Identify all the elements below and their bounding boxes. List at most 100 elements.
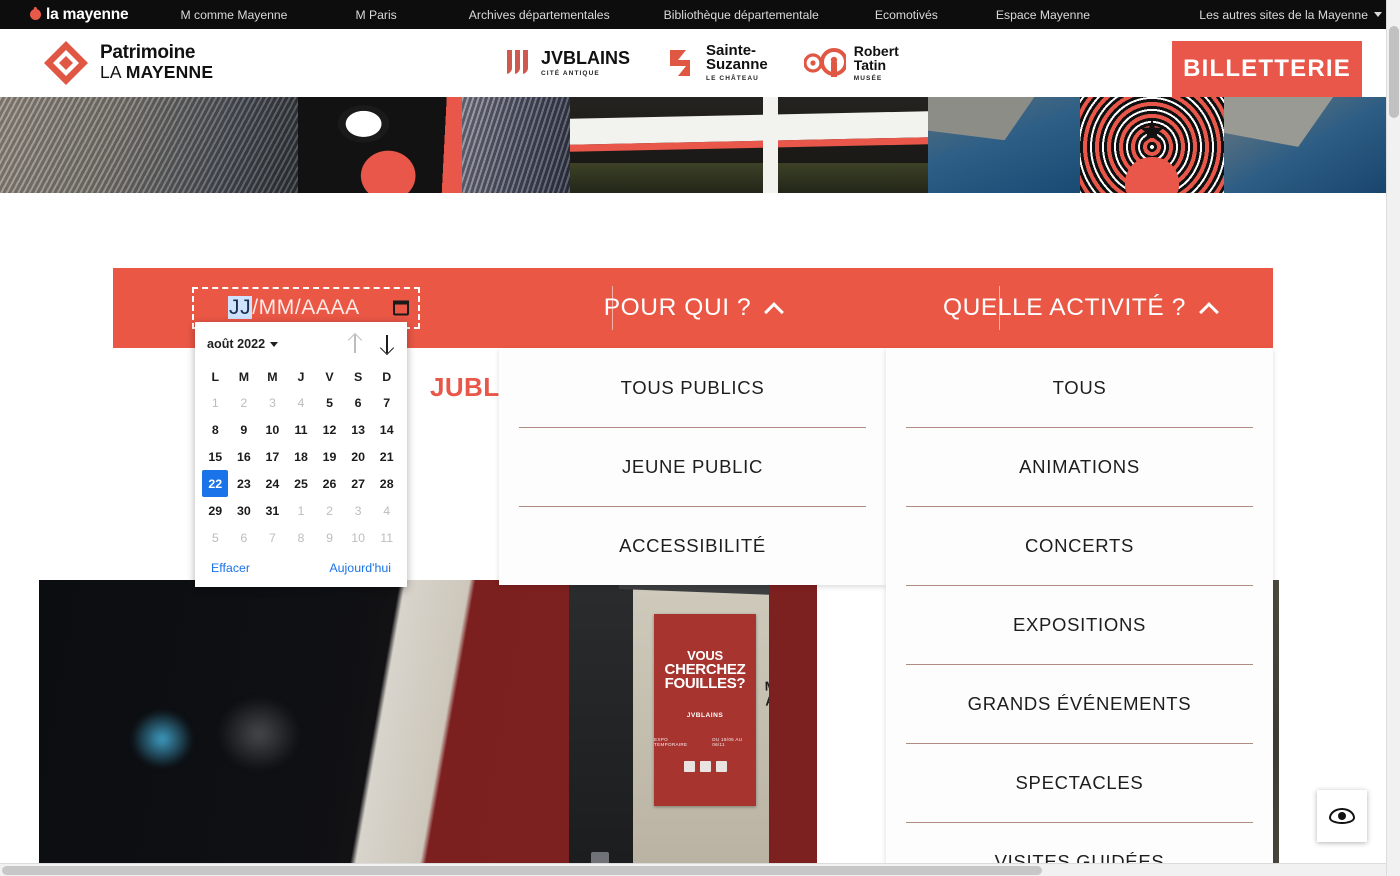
topnav-item-espace-mayenne[interactable]: Espace Mayenne <box>996 8 1090 22</box>
calendar-footer: Effacer Aujourd'hui <box>195 551 407 587</box>
calendar-day[interactable]: 10 <box>344 524 373 551</box>
calendar-day[interactable]: 23 <box>230 470 259 497</box>
top-utility-bar: la mayenne M comme Mayenne M Paris Archi… <box>0 0 1400 29</box>
topnav-item-ecomotives[interactable]: Ecomotivés <box>875 8 938 22</box>
activity-option-expositions[interactable]: EXPOSITIONS <box>886 585 1273 664</box>
logo-line-2-bold: MAYENNE <box>125 62 214 83</box>
calendar-day[interactable]: 19 <box>315 443 344 470</box>
activity-option-spectacles[interactable]: SPECTACLES <box>886 743 1273 822</box>
calendar-day[interactable]: 2 <box>230 389 259 416</box>
filter-column-activity: QUELLE ACTIVITÉ ? <box>886 268 1273 348</box>
calendar-day[interactable]: 9 <box>315 524 344 551</box>
mayenne-logo[interactable]: la mayenne <box>30 6 129 24</box>
horizontal-scrollbar[interactable] <box>0 863 1386 876</box>
calendar-day[interactable]: 12 <box>315 416 344 443</box>
activity-option-tous[interactable]: TOUS <box>886 348 1273 427</box>
activity-option-grands-evenements[interactable]: GRANDS ÉVÉNEMENTS <box>886 664 1273 743</box>
calendar-clear-button[interactable]: Effacer <box>211 561 250 575</box>
topnav-item-bibliotheque[interactable]: Bibliothèque départementale <box>664 8 819 22</box>
calendar-day[interactable]: 24 <box>258 470 287 497</box>
horizontal-scrollbar-thumb[interactable] <box>2 866 1042 875</box>
calendar-day[interactable]: 1 <box>287 497 316 524</box>
calendar-day[interactable]: 8 <box>201 416 230 443</box>
robert-tatin-name-1: Robert <box>853 42 899 59</box>
pour-qui-dropdown-button[interactable]: POUR QUI ? <box>604 294 785 322</box>
calendar-day[interactable]: 9 <box>230 416 259 443</box>
calendar-header: août 2022 <box>195 330 407 364</box>
calendar-day[interactable]: 8 <box>287 524 316 551</box>
calendar-next-month-arrow-icon[interactable] <box>379 334 395 356</box>
hero-image-strip <box>0 97 1400 193</box>
calendar-day[interactable]: 18 <box>287 443 316 470</box>
calendar-day[interactable]: 1 <box>201 389 230 416</box>
pour-qui-dropdown-panel: TOUS PUBLICS JEUNE PUBLIC ACCESSIBILITÉ <box>499 348 886 585</box>
calendar-day[interactable]: 3 <box>258 389 287 416</box>
calendar-day[interactable]: 3 <box>344 497 373 524</box>
partner-sainte-suzanne[interactable]: Sainte- Suzanne LE CHÂTEAU <box>666 43 768 83</box>
calendar-today-button[interactable]: Aujourd'hui <box>329 561 391 575</box>
calendar-day[interactable]: 6 <box>230 524 259 551</box>
calendar-day[interactable]: 4 <box>372 497 401 524</box>
poster-meta: EXPO TEMPORAIRE DU 19/05 AU 06/11 <box>654 737 756 747</box>
quelle-activite-dropdown-button[interactable]: QUELLE ACTIVITÉ ? <box>942 294 1219 322</box>
calendar-icon[interactable] <box>393 300 409 316</box>
calendar-day[interactable]: 13 <box>344 416 373 443</box>
topnav-item-m-comme-mayenne[interactable]: M comme Mayenne <box>180 8 287 22</box>
chevron-down-icon <box>1374 12 1382 17</box>
calendar-day[interactable]: 10 <box>258 416 287 443</box>
billetterie-button[interactable]: BILLETTERIE <box>1172 41 1362 97</box>
card-museum-photo[interactable]: VOUS CHERCHEZ FOUILLES? JVBLAINS EXPO TE… <box>569 580 817 876</box>
quelle-activite-label: QUELLE ACTIVITÉ ? <box>942 294 1187 321</box>
calendar-day[interactable]: 5 <box>201 524 230 551</box>
date-input-day-segment[interactable]: JJ <box>228 296 253 319</box>
patrimoine-logo[interactable]: Patrimoine LA MAYENNE <box>44 41 213 85</box>
eye-icon <box>1329 808 1355 824</box>
calendar-month-selector[interactable]: août 2022 <box>207 337 279 351</box>
activity-option-concerts[interactable]: CONCERTS <box>886 506 1273 585</box>
topnav-item-m-paris[interactable]: M Paris <box>355 8 396 22</box>
activity-option-animations[interactable]: ANIMATIONS <box>886 427 1273 506</box>
calendar-day[interactable]: 15 <box>201 443 230 470</box>
calendar-day-selected[interactable]: 22 <box>202 470 229 497</box>
calendar-day[interactable]: 20 <box>344 443 373 470</box>
sainte-suzanne-mark-icon <box>670 49 691 76</box>
calendar-day[interactable]: 26 <box>315 470 344 497</box>
calendar-day[interactable]: 30 <box>230 497 259 524</box>
calendar-month-label: août 2022 <box>207 337 266 351</box>
calendar-grid: L M M J V S D 1 2 3 4 5 6 7 8 9 10 11 12… <box>195 364 407 551</box>
calendar-dow-vendredi: V <box>325 369 334 384</box>
calendar-day[interactable]: 14 <box>372 416 401 443</box>
poster-meta-right: DU 19/05 AU 06/11 <box>712 737 743 748</box>
calendar-day[interactable]: 7 <box>258 524 287 551</box>
calendar-day[interactable]: 25 <box>287 470 316 497</box>
partner-jvblains[interactable]: JVBLAINS CITÉ ANTIQUE <box>505 48 630 78</box>
vertical-scrollbar-thumb[interactable] <box>1389 26 1399 118</box>
calendar-day[interactable]: 11 <box>372 524 401 551</box>
calendar-prev-month-arrow-icon[interactable] <box>347 332 363 354</box>
calendar-day[interactable]: 21 <box>372 443 401 470</box>
card-dark-exhibit[interactable] <box>39 580 569 876</box>
calendar-day[interactable]: 29 <box>201 497 230 524</box>
calendar-day[interactable]: 17 <box>258 443 287 470</box>
calendar-day[interactable]: 31 <box>258 497 287 524</box>
calendar-day[interactable]: 16 <box>230 443 259 470</box>
calendar-day[interactable]: 27 <box>344 470 373 497</box>
calendar-day[interactable]: 2 <box>315 497 344 524</box>
logo-line-2: LA MAYENNE <box>100 63 213 82</box>
other-sites-label: Les autres sites de la Mayenne <box>1199 7 1368 22</box>
accessibility-widget-button[interactable] <box>1317 790 1367 842</box>
calendar-day[interactable]: 4 <box>287 389 316 416</box>
calendar-day[interactable]: 11 <box>287 416 316 443</box>
calendar-day[interactable]: 7 <box>372 389 401 416</box>
sainte-suzanne-sub: LE CHÂTEAU <box>706 75 759 83</box>
who-option-tous-publics[interactable]: TOUS PUBLICS <box>499 348 886 427</box>
vertical-scrollbar[interactable] <box>1386 0 1400 876</box>
other-sites-dropdown[interactable]: Les autres sites de la Mayenne <box>1199 8 1382 22</box>
who-option-jeune-public[interactable]: JEUNE PUBLIC <box>499 427 886 506</box>
calendar-day[interactable]: 5 <box>315 389 344 416</box>
calendar-day[interactable]: 28 <box>372 470 401 497</box>
partner-robert-tatin[interactable]: Robert Tatin MUSÉE <box>803 42 899 82</box>
topnav-item-archives[interactable]: Archives départementales <box>469 8 610 22</box>
calendar-day[interactable]: 6 <box>344 389 373 416</box>
who-option-accessibilite[interactable]: ACCESSIBILITÉ <box>499 506 886 585</box>
